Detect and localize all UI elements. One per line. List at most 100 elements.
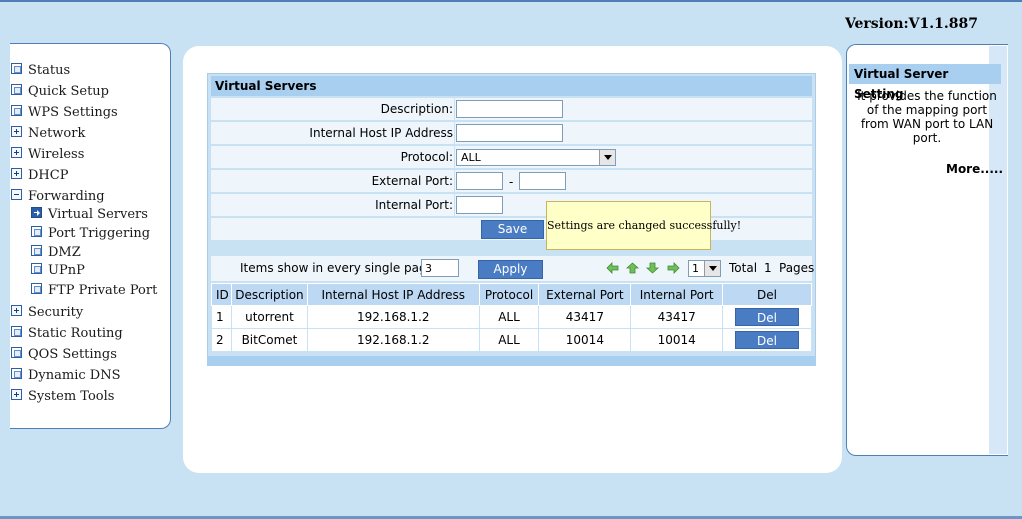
table-row: 1 utorrent 192.168.1.2 ALL 43417 43417 D… <box>211 305 812 329</box>
top-border <box>0 0 1022 2</box>
column-header-internal-port: Internal Port <box>630 283 724 306</box>
plus-icon <box>11 305 22 316</box>
column-header-internal-ip: Internal Host IP Address <box>306 283 480 306</box>
cell-id: 1 <box>211 305 232 329</box>
external-port-from-input[interactable] <box>456 172 503 190</box>
row-divider <box>454 98 455 120</box>
virtual-servers-title: Virtual Servers <box>211 76 812 96</box>
cell-protocol: ALL <box>478 305 540 329</box>
previous-page-icon[interactable] <box>626 262 639 274</box>
items-per-page-input[interactable] <box>421 259 459 277</box>
column-header-description: Description <box>230 283 308 306</box>
column-header-id: ID <box>211 283 232 306</box>
sidebar-item-label: Wireless <box>28 147 85 162</box>
cell-description: utorrent <box>230 305 308 329</box>
plus-icon <box>11 168 22 179</box>
sidebar-item-qos-settings[interactable]: QOS Settings <box>11 346 117 364</box>
cell-del: Del <box>722 305 812 329</box>
sidebar-item-dmz[interactable]: DMZ <box>31 244 81 262</box>
description-input[interactable] <box>456 100 563 118</box>
sidebar-item-label: Forwarding <box>28 189 105 204</box>
internal-ip-input[interactable] <box>456 124 563 142</box>
sidebar-item-port-triggering[interactable]: Port Triggering <box>31 225 150 243</box>
help-text: It provides the function of the mapping … <box>857 89 997 145</box>
save-button[interactable]: Save <box>481 220 544 239</box>
sidebar-item-system-tools[interactable]: System Tools <box>11 388 114 406</box>
chevron-down-icon[interactable] <box>704 261 720 276</box>
cell-internal-port: 10014 <box>630 328 724 352</box>
sidebar-item-label: DHCP <box>28 168 69 183</box>
sidebar-item-forwarding[interactable]: Forwarding <box>11 188 105 206</box>
page-icon <box>31 283 42 294</box>
page-icon <box>11 368 22 379</box>
column-header-del: Del <box>722 283 812 306</box>
page-selected-value: 1 <box>692 262 699 275</box>
last-page-icon[interactable] <box>667 262 680 274</box>
next-page-icon[interactable] <box>646 262 659 274</box>
cell-description: BitComet <box>230 328 308 352</box>
cell-id: 2 <box>211 328 232 352</box>
help-more-link[interactable]: More..... <box>946 162 1003 176</box>
protocol-selected-value: ALL <box>461 151 481 164</box>
cell-protocol: ALL <box>478 328 540 352</box>
sidebar-item-wireless[interactable]: Wireless <box>11 146 84 164</box>
sidebar-item-quick-setup[interactable]: Quick Setup <box>11 83 109 101</box>
protocol-select[interactable]: ALL <box>456 149 616 166</box>
page-icon <box>31 245 42 256</box>
plus-icon <box>11 147 22 158</box>
cell-internal-port: 43417 <box>630 305 724 329</box>
minus-icon <box>11 189 22 200</box>
sidebar-item-static-routing[interactable]: Static Routing <box>11 325 123 343</box>
table-row: 2 BitComet 192.168.1.2 ALL 10014 10014 D… <box>211 328 812 352</box>
sidebar-item-status[interactable]: Status <box>11 62 70 80</box>
port-range-dash: - <box>509 175 514 189</box>
help-title: Virtual Server Setting <box>849 64 1001 101</box>
sidebar-item-label: Quick Setup <box>28 84 109 99</box>
row-divider <box>454 170 455 192</box>
chevron-down-icon[interactable] <box>599 150 615 165</box>
column-header-protocol: Protocol <box>478 283 540 306</box>
cell-internal-ip: 192.168.1.2 <box>306 328 480 352</box>
sidebar-item-dhcp[interactable]: DHCP <box>11 167 68 185</box>
delete-button[interactable]: Del <box>735 308 800 326</box>
sidebar-item-label: Network <box>28 126 86 141</box>
sidebar-item-network[interactable]: Network <box>11 125 85 143</box>
sidebar-item-label: Port Triggering <box>48 226 151 241</box>
row-divider <box>454 146 455 168</box>
sidebar-item-label: System Tools <box>28 389 115 404</box>
column-header-external-port: External Port <box>538 283 632 306</box>
sidebar-item-dynamic-dns[interactable]: Dynamic DNS <box>11 367 121 385</box>
sidebar-item-wps-settings[interactable]: WPS Settings <box>11 104 118 122</box>
sidebar-item-label: FTP Private Port <box>48 283 158 298</box>
total-pages-value: 1 <box>764 261 772 275</box>
sidebar-item-ftp-private-port[interactable]: FTP Private Port <box>31 282 157 300</box>
sidebar-item-upnp[interactable]: UPnP <box>31 262 85 280</box>
virtual-servers-table: ID Description Internal Host IP Address … <box>211 283 812 352</box>
internal-port-row: Internal Port: <box>211 194 812 216</box>
sidebar-item-security[interactable]: Security <box>11 304 83 322</box>
first-page-icon[interactable] <box>606 262 619 274</box>
success-tooltip: Settings are changed successfully! <box>546 201 741 250</box>
description-label: Description: <box>380 102 453 116</box>
sidebar-item-label: Virtual Servers <box>48 207 148 222</box>
sidebar-item-label: Status <box>28 63 71 78</box>
sidebar-item-label: Static Routing <box>28 326 123 341</box>
sidebar-item-label: WPS Settings <box>28 105 118 120</box>
cell-del: Del <box>722 328 812 352</box>
internal-port-input[interactable] <box>456 196 503 214</box>
page-icon <box>11 326 22 337</box>
apply-button[interactable]: Apply <box>478 260 543 279</box>
sidebar-item-label: Dynamic DNS <box>28 368 121 383</box>
cell-external-port: 43417 <box>538 305 632 329</box>
delete-button[interactable]: Del <box>735 331 800 349</box>
sidebar-item-label: UPnP <box>48 263 85 278</box>
row-divider <box>454 194 455 216</box>
page-icon <box>11 347 22 358</box>
page-icon <box>31 226 42 237</box>
sidebar-item-label: Security <box>28 305 84 320</box>
total-label: Total <box>729 261 758 275</box>
sidebar-item-virtual-servers[interactable]: Virtual Servers <box>31 206 148 224</box>
external-port-to-input[interactable] <box>519 172 566 190</box>
page-select[interactable]: 1 <box>688 260 721 277</box>
internal-port-label: Internal Port: <box>375 198 453 212</box>
